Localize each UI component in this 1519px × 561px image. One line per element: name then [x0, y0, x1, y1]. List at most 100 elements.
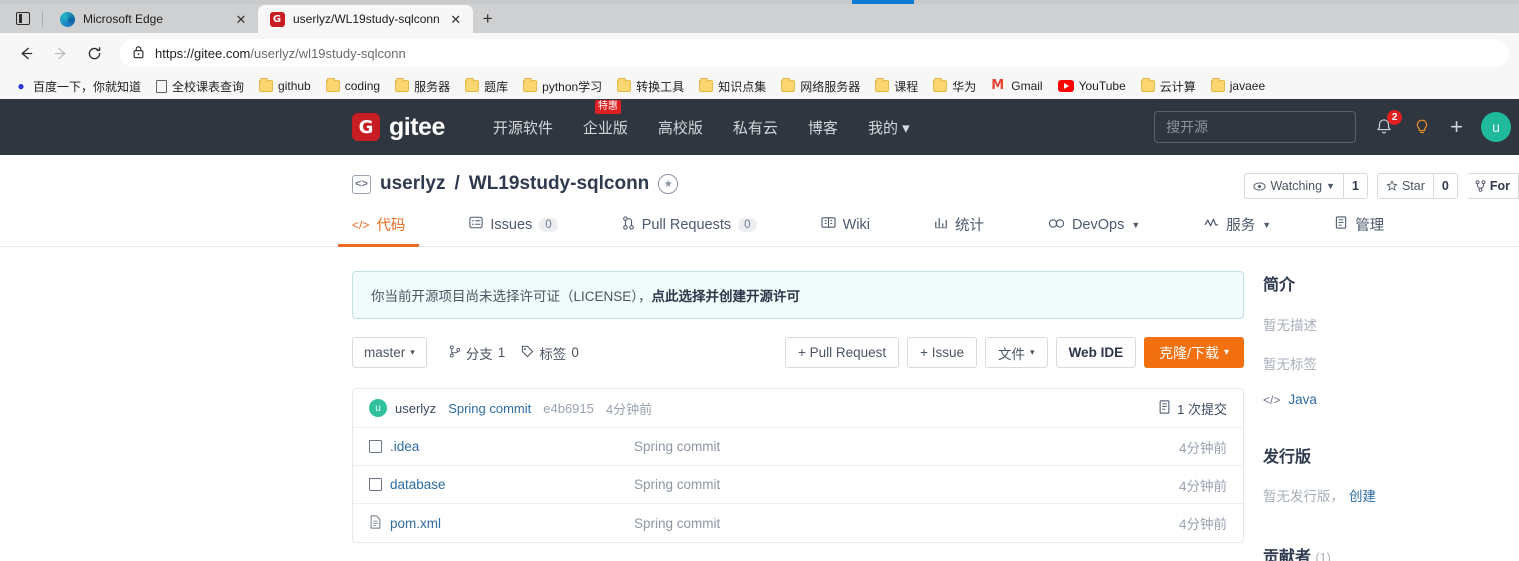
license-notice: 你当前开源项目尚未选择许可证（LICENSE），点此选择并创建开源许可 [352, 271, 1244, 319]
browser-tab-edge[interactable]: Microsoft Edge ✕ [48, 5, 258, 33]
star-button-group[interactable]: Star 0 [1376, 173, 1458, 199]
browser-tab-gitee[interactable]: G userlyz/WL19study-sqlconn ✕ [258, 5, 473, 33]
repo-language[interactable]: </> Java [1263, 392, 1499, 407]
edge-icon [59, 11, 75, 27]
create-release-link[interactable]: 创建 [1349, 489, 1376, 504]
bookmark-item[interactable]: YouTube [1052, 77, 1132, 95]
bookmark-item[interactable]: python学习 [517, 76, 608, 97]
lightbulb-icon[interactable] [1412, 117, 1432, 137]
tab-manage[interactable]: 管理 [1335, 214, 1384, 246]
bookmark-item[interactable]: coding [320, 77, 386, 95]
tab-actions-icon[interactable] [6, 4, 40, 33]
close-icon[interactable]: ✕ [448, 11, 464, 27]
bookmark-item[interactable]: 华为 [927, 76, 982, 97]
web-ide-button[interactable]: Web IDE [1055, 337, 1137, 368]
bookmark-item[interactable]: 知识点集 [693, 76, 772, 97]
bookmark-item[interactable]: 转换工具 [611, 76, 690, 97]
commit-author[interactable]: userlyz [395, 401, 436, 416]
nav-edu[interactable]: 高校版 [658, 117, 703, 138]
file-name-cell[interactable]: .idea [369, 439, 634, 454]
files-dropdown-button[interactable]: 文件 ▾ [985, 337, 1048, 368]
nav-private-cloud[interactable]: 私有云 [733, 117, 778, 138]
commit-sha[interactable]: e4b6915 [543, 401, 594, 416]
browser-chrome: Microsoft Edge ✕ G userlyz/WL19study-sql… [0, 0, 1519, 99]
tab-code[interactable]: </> 代码 [337, 214, 420, 247]
tab-pull-requests[interactable]: Pull Requests 0 [622, 214, 757, 246]
folder-icon [523, 78, 538, 92]
tab-statistics[interactable]: 统计 [934, 214, 984, 246]
repo-sidebar: 简介 暂无描述 暂无标签 </> Java 发行版 暂无发行版， 创建 贡献者 (… [1244, 271, 1499, 561]
commit-message[interactable]: Spring commit [448, 401, 531, 416]
table-row[interactable]: database Spring commit 4分钟前 [353, 466, 1243, 504]
fork-button-group[interactable]: For [1466, 173, 1519, 199]
bookmark-item[interactable]: 题库 [459, 76, 514, 97]
pr-count: 0 [738, 217, 757, 232]
branches-link[interactable]: 分支 1 [449, 343, 506, 363]
search-placeholder: 搜开源 [1166, 119, 1209, 135]
bookmark-item[interactable]: 网络服务器 [775, 76, 866, 97]
fork-button[interactable]: For [1466, 173, 1519, 199]
license-notice-link[interactable]: 点此选择并创建开源许可 [652, 289, 801, 304]
nav-mine[interactable]: 我的 ▾ [868, 117, 910, 138]
gitee-logo[interactable]: G gitee [352, 113, 445, 142]
address-bar[interactable]: https://gitee.com/userlyz/wl19study-sqlc… [120, 39, 1509, 67]
new-issue-button[interactable]: + Issue [907, 337, 978, 368]
new-pull-request-button[interactable]: + Pull Request [784, 337, 900, 368]
repo-owner-link[interactable]: userlyz [380, 173, 445, 195]
watch-button[interactable]: Watching ▼ [1244, 173, 1345, 199]
file-name-cell[interactable]: database [369, 477, 634, 492]
reload-icon[interactable] [78, 38, 110, 68]
nav-blog[interactable]: 博客 [808, 117, 838, 138]
repo-title-separator: / [454, 173, 460, 194]
bookmark-item[interactable]: 服务器 [389, 76, 456, 97]
branches-count: 1 [497, 345, 506, 360]
bookmark-item[interactable]: 全校课表查询 [150, 76, 250, 97]
search-input[interactable]: 搜开源 [1154, 111, 1357, 143]
table-row[interactable]: .idea Spring commit 4分钟前 [353, 428, 1243, 466]
bookmark-item[interactable]: github [253, 77, 317, 95]
star-button[interactable]: Star [1376, 173, 1434, 199]
bookmark-item[interactable]: M Gmail [985, 77, 1048, 95]
page-icon [156, 79, 168, 93]
folder-icon [1210, 78, 1225, 92]
clone-download-button[interactable]: 克隆/下载 ▾ [1144, 337, 1244, 368]
bookmark-item[interactable]: 课程 [869, 76, 924, 97]
plus-icon[interactable]: + [1450, 116, 1463, 138]
folder-icon [699, 78, 714, 92]
nav-open-source[interactable]: 开源软件 [493, 117, 553, 138]
bookmark-item[interactable]: 云计算 [1135, 76, 1202, 97]
nav-enterprise[interactable]: 特惠 企业版 [583, 99, 628, 138]
avatar[interactable]: u [369, 399, 387, 417]
file-browser: u userlyz Spring commit e4b6915 4分钟前 1 次… [352, 388, 1244, 543]
repo-name-link[interactable]: WL19study-sqlconn [469, 173, 650, 195]
table-row[interactable]: pom.xml Spring commit 4分钟前 [353, 504, 1243, 542]
bookmark-item[interactable]: ● 百度一下，你就知道 [8, 76, 147, 97]
tab-service[interactable]: 服务 ▼ [1204, 214, 1271, 246]
window-accent-bar [852, 0, 914, 4]
close-icon[interactable]: ✕ [233, 11, 249, 27]
bell-icon[interactable]: 2 [1374, 110, 1403, 137]
file-commit-message: Spring commit [634, 439, 721, 454]
tab-issues[interactable]: Issues 0 [469, 214, 558, 246]
branch-selector[interactable]: master ▾ [352, 337, 427, 368]
bookmark-item[interactable]: javaee [1205, 77, 1271, 95]
tab-devops[interactable]: DevOps ▼ [1048, 214, 1140, 246]
tab-divider [42, 11, 43, 27]
tags-link[interactable]: 标签 0 [521, 343, 579, 363]
baidu-icon: ● [17, 79, 25, 93]
page-body: 你当前开源项目尚未选择许可证（LICENSE），点此选择并创建开源许可 mast… [0, 247, 1519, 561]
tab-wiki[interactable]: Wiki [821, 214, 870, 246]
watch-button-group[interactable]: Watching ▼ 1 [1244, 173, 1368, 199]
commits-link[interactable]: 1 次提交 [1158, 399, 1227, 418]
new-tab-button[interactable]: + [473, 5, 503, 33]
back-icon[interactable] [10, 38, 42, 68]
file-name-cell[interactable]: pom.xml [369, 514, 634, 532]
repo-action-buttons: + Pull Request + Issue 文件 ▾ Web IDE 克隆/下… [784, 337, 1244, 368]
watch-count: 1 [1344, 173, 1368, 199]
wiki-icon [821, 216, 836, 233]
lock-icon [132, 45, 145, 62]
repo-description: 暂无描述 [1263, 318, 1317, 333]
file-commit-message: Spring commit [634, 515, 721, 531]
latest-commit-bar: u userlyz Spring commit e4b6915 4分钟前 1 次… [353, 389, 1243, 428]
avatar[interactable]: u [1481, 112, 1511, 142]
